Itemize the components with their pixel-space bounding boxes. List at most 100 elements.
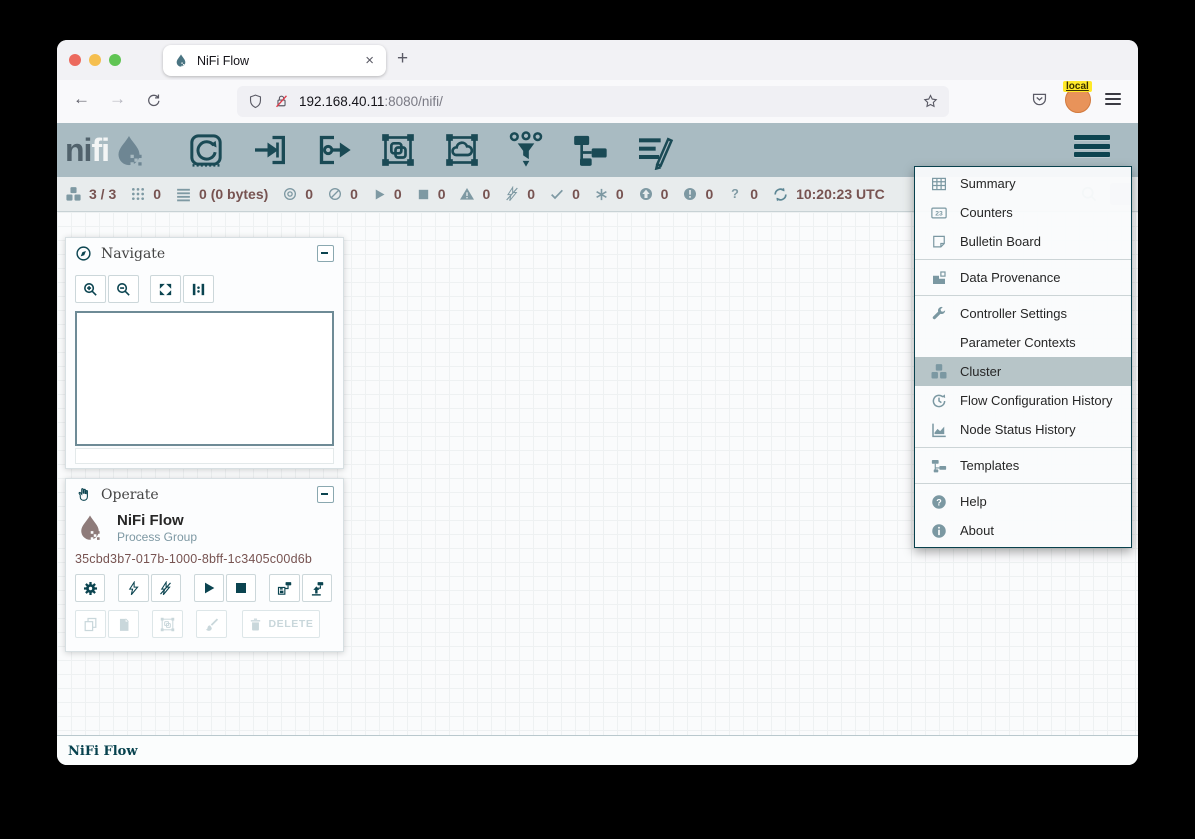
cluster-icon xyxy=(65,186,82,203)
menu-item-bulletin-board[interactable]: Bulletin Board xyxy=(915,227,1131,256)
profile-badge: local xyxy=(1063,81,1092,92)
browser-window: NiFi Flow × + ← → 192.168.40.11:8080/nif… xyxy=(57,40,1138,765)
tab-close-icon[interactable]: × xyxy=(363,52,376,69)
menu-item-summary[interactable]: Summary xyxy=(915,169,1131,198)
nifi-favicon xyxy=(173,53,189,69)
menu-item-controller-settings[interactable]: Controller Settings xyxy=(915,299,1131,328)
svg-text:?: ? xyxy=(731,187,739,201)
status-locally-modified: 0 xyxy=(594,186,624,202)
menu-item-cluster[interactable]: Cluster xyxy=(915,357,1131,386)
data-provenance-icon xyxy=(928,269,950,287)
zoom-in-button[interactable] xyxy=(75,275,106,303)
url-host: 192.168.40.11 xyxy=(299,94,384,109)
color-button[interactable] xyxy=(196,610,227,638)
start-button[interactable] xyxy=(194,574,224,602)
window-zoom-button[interactable] xyxy=(109,54,121,66)
actual-size-button[interactable] xyxy=(183,275,214,303)
trash-icon xyxy=(248,617,263,632)
template-component-icon[interactable] xyxy=(569,129,611,171)
zoom-out-button[interactable] xyxy=(108,275,139,303)
invalid-icon xyxy=(459,186,475,202)
transmitting-icon xyxy=(282,186,298,202)
selected-component: NiFi Flow Process Group xyxy=(66,507,343,545)
menu-separator xyxy=(915,259,1131,260)
stop-button[interactable] xyxy=(226,574,256,602)
tracking-shield-icon[interactable] xyxy=(247,93,264,110)
menu-item-about[interactable]: About xyxy=(915,516,1131,545)
about-icon xyxy=(928,522,950,540)
delete-button[interactable]: DELETE xyxy=(242,610,320,638)
disable-button[interactable] xyxy=(151,574,181,602)
profile-avatar[interactable]: local xyxy=(1065,87,1091,113)
menu-item-data-provenance[interactable]: Data Provenance xyxy=(915,263,1131,292)
help-icon: ? xyxy=(928,493,950,511)
input-port-component-icon[interactable] xyxy=(249,129,291,171)
global-menu-icon[interactable] xyxy=(1074,135,1110,161)
browser-nav-bar: ← → 192.168.40.11:8080/nifi/ local xyxy=(57,80,1138,124)
copy-button[interactable] xyxy=(75,610,106,638)
browser-tab[interactable]: NiFi Flow × xyxy=(163,45,386,76)
fit-to-screen-button[interactable] xyxy=(150,275,181,303)
breadcrumb-bar: NiFi Flow xyxy=(57,735,1138,765)
url-text: 192.168.40.11:8080/nifi/ xyxy=(299,94,922,109)
label-component-icon[interactable] xyxy=(633,129,675,171)
menu-item-parameter-contexts[interactable]: Parameter Contexts xyxy=(915,328,1131,357)
processor-component-icon[interactable] xyxy=(185,129,227,171)
group-button[interactable] xyxy=(152,610,183,638)
delete-label: DELETE xyxy=(268,618,313,630)
menu-item-templates[interactable]: Templates xyxy=(915,451,1131,480)
status-refresh[interactable]: 10:20:23 UTC xyxy=(772,186,885,203)
sync-failure-count: 0 xyxy=(750,186,758,202)
menu-item-flow-configuration-history[interactable]: Flow Configuration History xyxy=(915,386,1131,415)
breadcrumb[interactable]: NiFi Flow xyxy=(68,744,138,759)
url-bar[interactable]: 192.168.40.11:8080/nifi/ xyxy=(237,86,949,117)
menu-item-help[interactable]: ? Help xyxy=(915,487,1131,516)
running-count: 0 xyxy=(394,186,402,202)
configure-button[interactable] xyxy=(75,574,105,602)
status-disabled: 0 xyxy=(504,186,535,202)
insecure-lock-icon[interactable] xyxy=(273,93,290,110)
navigate-header: Navigate xyxy=(66,238,343,266)
controller-settings-icon xyxy=(928,305,950,323)
window-minimize-button[interactable] xyxy=(89,54,101,66)
process-group-drop-icon xyxy=(75,511,105,545)
window-close-button[interactable] xyxy=(69,54,81,66)
up-to-date-count: 0 xyxy=(572,186,580,202)
paste-button[interactable] xyxy=(108,610,139,638)
menu-item-node-status-history[interactable]: Node Status History xyxy=(915,415,1131,444)
operate-collapse-button[interactable] xyxy=(317,486,334,503)
browser-menu-icon[interactable] xyxy=(1105,93,1121,109)
pocket-icon[interactable] xyxy=(1030,90,1049,109)
counters-icon: 23 xyxy=(928,204,950,222)
back-button[interactable]: ← xyxy=(73,89,90,109)
forward-button[interactable]: → xyxy=(109,89,126,109)
status-queued: 0 (0 bytes) xyxy=(175,186,268,203)
locally-modified-icon xyxy=(594,187,609,202)
new-tab-button[interactable]: + xyxy=(397,48,408,70)
cluster-menu-icon xyxy=(928,363,950,381)
navigate-title: Navigate xyxy=(101,246,317,262)
navigate-buttons xyxy=(66,266,343,303)
refresh-icon[interactable] xyxy=(772,186,789,203)
compass-icon xyxy=(75,245,92,262)
enable-button[interactable] xyxy=(118,574,148,602)
reload-button[interactable] xyxy=(145,92,162,109)
save-template-button[interactable] xyxy=(269,574,299,602)
desktop: NiFi Flow × + ← → 192.168.40.11:8080/nif… xyxy=(0,0,1195,839)
templates-icon xyxy=(928,457,950,475)
threads-icon xyxy=(130,186,146,202)
navigate-collapse-button[interactable] xyxy=(317,245,334,262)
menu-item-counters[interactable]: 23 Counters xyxy=(915,198,1131,227)
bookmark-star-icon[interactable] xyxy=(922,93,939,110)
process-group-component-icon[interactable] xyxy=(377,129,419,171)
component-toolbar xyxy=(185,128,675,172)
funnel-component-icon[interactable] xyxy=(505,129,547,171)
queued-count: 0 (0 bytes) xyxy=(199,186,268,202)
remote-process-group-component-icon[interactable] xyxy=(441,129,483,171)
status-locally-modified-and-stale: 0 xyxy=(682,186,713,202)
menu-separator xyxy=(915,447,1131,448)
upload-template-button[interactable] xyxy=(302,574,332,602)
status-transmitting: 0 xyxy=(282,186,313,202)
birdseye-view[interactable] xyxy=(75,311,334,446)
output-port-component-icon[interactable] xyxy=(313,129,355,171)
